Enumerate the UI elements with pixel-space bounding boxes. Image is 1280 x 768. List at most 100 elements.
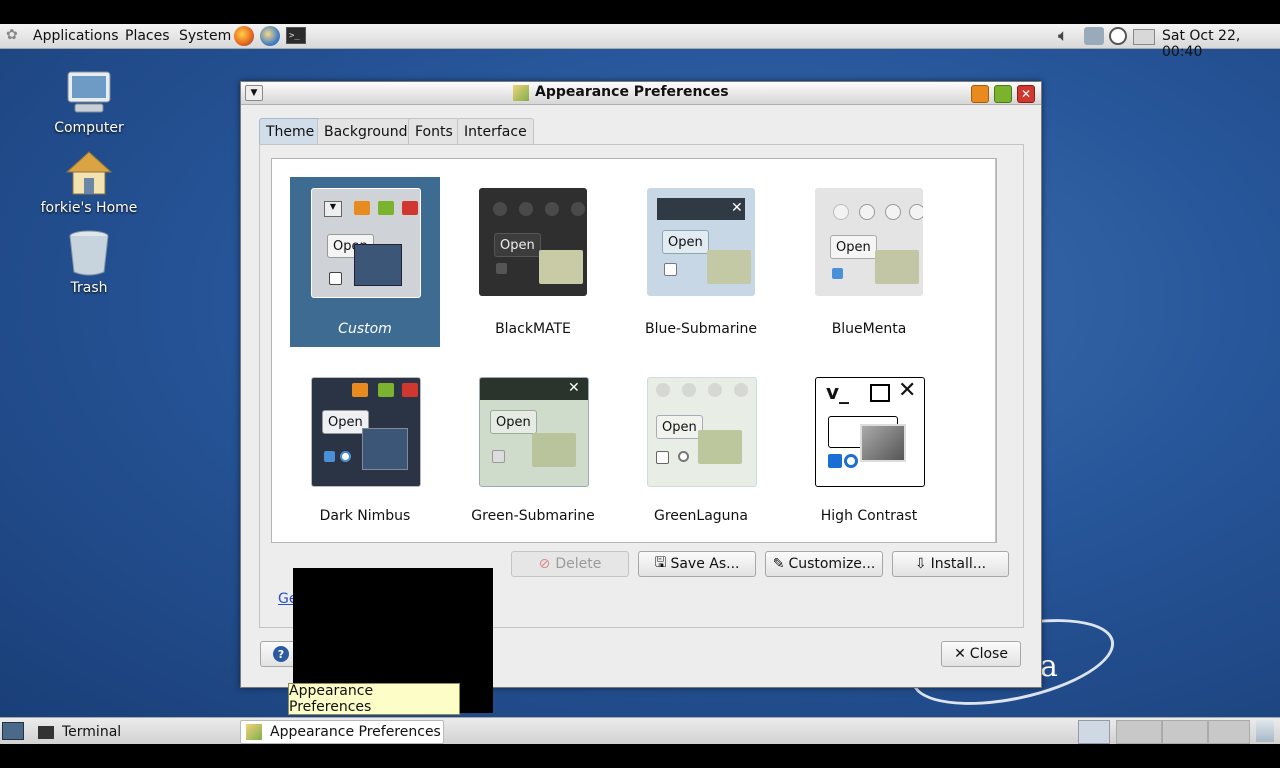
display-icon[interactable]: [1133, 29, 1155, 45]
checkbox-icon: [656, 451, 669, 464]
theme-name: BlackMATE: [495, 321, 571, 337]
desktop-icon-trash[interactable]: Trash: [39, 230, 139, 296]
tab-interface[interactable]: Interface: [457, 118, 534, 145]
theme-name: GreenLaguna: [654, 508, 748, 524]
theme-item-green-submarine[interactable]: ✕ Open Green-Submarine: [458, 366, 608, 536]
theme-list-scrollbar[interactable]: ▲ ▼: [995, 159, 996, 542]
workspace-3[interactable]: [1162, 720, 1208, 744]
taskbar-item-terminal[interactable]: Terminal: [32, 720, 234, 744]
theme-list[interactable]: ▼ Open Custom Open BlackMATE ✕ Open Blue…: [271, 158, 997, 543]
theme-tab-panel: ▼ Open Custom Open BlackMATE ✕ Open Blue…: [259, 144, 1024, 628]
close-icon: ✕: [954, 646, 966, 662]
tab-label: Theme: [266, 124, 315, 140]
taskbar-item-appearance-preferences[interactable]: Appearance Preferences: [240, 720, 444, 744]
theme-name: BlueMenta: [831, 321, 907, 337]
maximize-icon: [378, 201, 394, 215]
terminal-launcher-icon[interactable]: >_: [286, 27, 306, 44]
thumb-open-button: Open: [830, 235, 877, 259]
window-menu-icon[interactable]: ▼: [245, 85, 263, 101]
theme-item-dark-nimbus[interactable]: Open Dark Nimbus: [290, 366, 440, 536]
volume-icon[interactable]: 🔈︎: [1058, 26, 1068, 46]
theme-item-blackmate[interactable]: Open BlackMATE: [458, 177, 608, 347]
window-close-button[interactable]: ✕: [1017, 85, 1035, 103]
tab-label: Interface: [464, 124, 527, 140]
thumb-open-button: Open: [656, 415, 703, 439]
mail-launcher-icon[interactable]: [260, 26, 280, 46]
theme-item-custom[interactable]: ▼ Open Custom: [290, 177, 440, 347]
chevron-down-icon: v_: [826, 380, 850, 404]
theme-thumbnail: ✕ Open: [479, 377, 589, 487]
terminal-icon: [38, 725, 54, 739]
folder-icon: [875, 250, 919, 284]
theme-thumbnail: ▼ Open: [311, 188, 421, 298]
customize-button[interactable]: ✎ Customize...: [765, 551, 883, 577]
theme-thumbnail: Open: [479, 188, 587, 296]
bottom-panel: Terminal Appearance Preferences: [0, 717, 1280, 744]
tab-fonts[interactable]: Fonts: [408, 118, 460, 145]
network-icon[interactable]: [1084, 27, 1104, 45]
menu-applications[interactable]: Applications: [33, 28, 119, 44]
panel-clock[interactable]: Sat Oct 22, 00:40: [1162, 28, 1280, 60]
button-dot-icon: [708, 383, 722, 397]
clock-applet-icon[interactable]: [1109, 27, 1127, 45]
install-icon: ⇩: [914, 556, 927, 572]
button-label: Save As...: [670, 556, 740, 572]
folder-icon: [532, 433, 576, 467]
trash-applet-icon[interactable]: [1256, 720, 1274, 742]
minimize-icon: [354, 201, 370, 215]
desktop-icon-computer[interactable]: Computer: [39, 70, 139, 136]
button-dot-icon: [656, 383, 670, 397]
taskbar-label: Terminal: [62, 724, 122, 740]
theme-name: High Contrast: [820, 508, 918, 524]
checkbox-icon: [324, 451, 335, 462]
theme-name: Blue-Submarine: [644, 321, 758, 337]
firefox-launcher-icon[interactable]: [234, 26, 254, 46]
delete-button[interactable]: ⊘ Delete: [511, 551, 629, 577]
checkbox-icon: [492, 450, 505, 463]
theme-item-blue-submarine[interactable]: ✕ Open Blue-Submarine: [626, 177, 776, 347]
minimize-icon: [352, 383, 368, 397]
close-icon: [402, 383, 418, 397]
checkbox-icon: [329, 272, 342, 285]
menu-system[interactable]: System: [179, 28, 231, 44]
logo-letter: a: [1040, 649, 1058, 684]
help-icon: ?: [273, 646, 289, 662]
checkbox-icon: [664, 263, 677, 276]
maximize-icon: [378, 383, 394, 397]
theme-name: Green-Submarine: [471, 508, 595, 524]
appearance-app-icon: [246, 724, 262, 740]
save-as-button[interactable]: 🖫︎ Save As...: [638, 551, 756, 577]
maximize-button[interactable]: [994, 85, 1012, 103]
workspace-2[interactable]: [1116, 720, 1162, 744]
taskbar-tooltip: Appearance Preferences: [288, 683, 460, 715]
tab-theme[interactable]: Theme: [259, 118, 322, 145]
menu-places[interactable]: Places: [125, 28, 170, 44]
minimize-button[interactable]: [971, 85, 989, 103]
theme-item-bluementa[interactable]: Open BlueMenta: [794, 177, 944, 347]
close-icon: [909, 204, 923, 220]
button-label: Customize...: [788, 556, 876, 572]
theme-thumbnail: Open: [647, 377, 757, 487]
theme-thumbnail: v_ ✕: [815, 377, 925, 487]
workspace-4[interactable]: [1208, 720, 1250, 744]
mate-foot-icon: ✿: [6, 27, 18, 43]
film-icon: [354, 244, 402, 286]
desktop-icon-label: Trash: [70, 280, 108, 296]
install-button[interactable]: ⇩ Install...: [892, 551, 1009, 577]
workspace-1[interactable]: [1078, 720, 1110, 744]
checkbox-icon: [832, 268, 843, 279]
theme-thumbnail: Open: [815, 188, 923, 296]
theme-item-greenlaguna[interactable]: Open GreenLaguna: [626, 366, 776, 536]
theme-name: Dark Nimbus: [319, 508, 411, 524]
close-button[interactable]: ✕ Close: [941, 641, 1021, 667]
tab-background[interactable]: Background: [317, 118, 415, 145]
button-dot-icon: [519, 202, 533, 216]
maximize-icon: [870, 384, 890, 402]
top-panel: ✿ Applications Places System >_ 🔈︎ Sat O…: [0, 24, 1280, 60]
show-desktop-icon[interactable]: [2, 722, 24, 740]
button-dot-icon: [493, 202, 507, 216]
desktop-icon-home[interactable]: forkie's Home: [39, 150, 139, 216]
window-titlebar[interactable]: ▼ Appearance Preferences ✕: [241, 82, 1041, 105]
theme-item-high-contrast[interactable]: v_ ✕ High Contrast: [794, 366, 944, 536]
window-title: Appearance Preferences: [535, 84, 729, 100]
